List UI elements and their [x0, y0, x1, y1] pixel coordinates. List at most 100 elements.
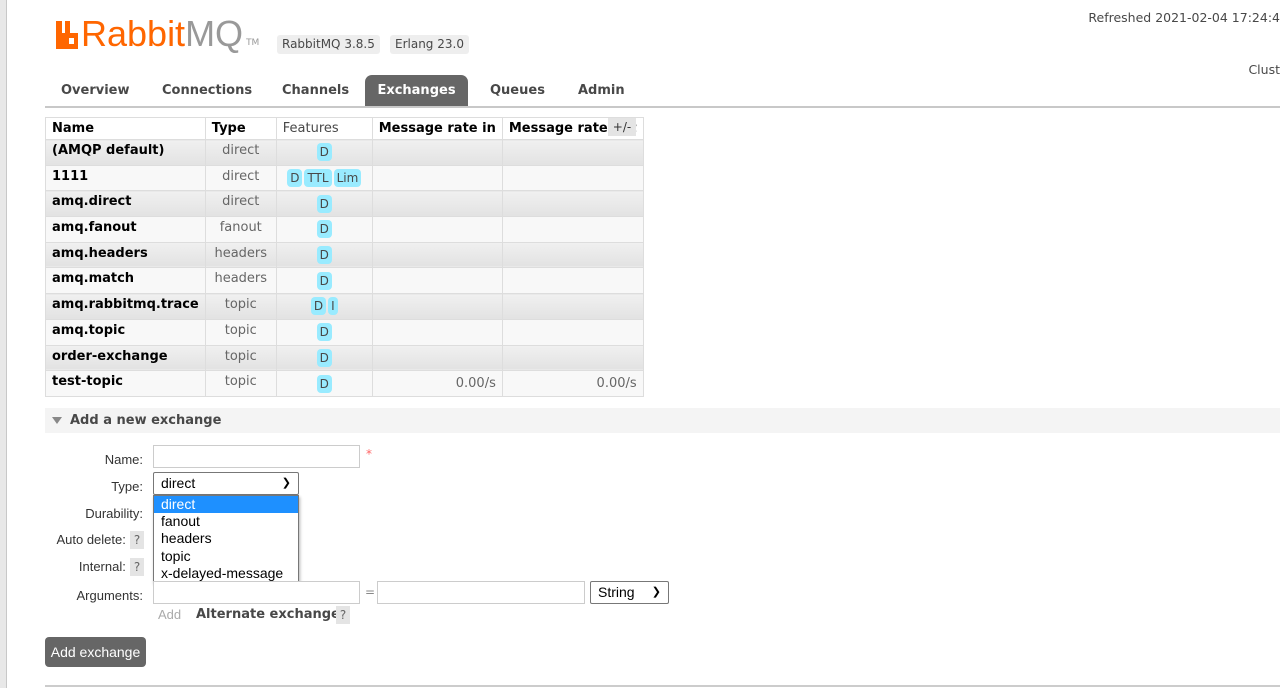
table-row[interactable]: amq.direct direct D: [45, 190, 644, 218]
refreshed-status[interactable]: Refreshed 2021-02-04 17:24:4: [1088, 10, 1280, 25]
table-row[interactable]: amq.topic topic D: [45, 318, 644, 346]
durability-label: Durability:: [85, 506, 143, 521]
exchange-name-link[interactable]: amq.fanout: [45, 216, 206, 243]
message-rate-in: [371, 267, 503, 295]
message-rate-out: 0.00/s: [501, 370, 644, 397]
column-header-rate-in[interactable]: Message rate in: [371, 117, 503, 140]
exchange-type: headers: [204, 267, 277, 295]
tab-connections[interactable]: Connections: [147, 75, 267, 106]
table-row[interactable]: 1111 direct D TTL Lim: [45, 164, 644, 192]
internal-help-button[interactable]: ?: [130, 558, 144, 576]
feature-badge: D: [316, 323, 332, 342]
exchange-features: D: [275, 267, 373, 295]
table-row[interactable]: (AMQP default) direct D: [45, 139, 644, 166]
column-header-name[interactable]: Name: [45, 117, 206, 140]
table-row[interactable]: amq.match headers D: [45, 267, 644, 295]
argument-value-input[interactable]: [377, 581, 585, 604]
exchange-name-link[interactable]: amq.rabbitmq.trace: [45, 293, 206, 320]
rabbitmq-logo[interactable]: Rabbit MQ TM: [56, 16, 259, 52]
argument-type-select[interactable]: String ❯: [590, 581, 669, 604]
table-row[interactable]: test-topic topic D 0.00/s 0.00/s: [45, 370, 644, 397]
exchange-name-link[interactable]: amq.direct: [45, 190, 206, 218]
exchange-features: D: [275, 139, 373, 166]
collapse-triangle-icon: [52, 417, 62, 424]
exchange-name-link[interactable]: amq.headers: [45, 241, 206, 269]
tab-exchanges[interactable]: Exchanges: [365, 75, 468, 106]
message-rate-out: [501, 318, 644, 346]
exchange-type: topic: [204, 293, 277, 320]
logo-text-rabbit: Rabbit: [81, 13, 186, 54]
message-rate-out: [501, 164, 644, 192]
message-rate-out: [501, 139, 644, 166]
exchange-features: D: [275, 370, 373, 397]
name-input[interactable]: [153, 445, 360, 468]
exchange-name-link[interactable]: 1111: [45, 164, 206, 192]
add-exchange-button[interactable]: Add exchange: [45, 637, 146, 667]
type-option-direct[interactable]: direct: [154, 496, 298, 514]
argument-key-input[interactable]: [153, 581, 360, 604]
exchange-type: direct: [204, 164, 277, 192]
column-header-features: Features: [275, 117, 373, 140]
exchange-name-link[interactable]: order-exchange: [45, 344, 206, 372]
exchange-name-link[interactable]: (AMQP default): [45, 139, 206, 166]
message-rate-in: [371, 344, 503, 372]
chevron-down-icon: ❯: [281, 477, 291, 489]
tab-queues[interactable]: Queues: [475, 75, 560, 106]
version-badge: RabbitMQ 3.8.5: [277, 35, 380, 54]
feature-badge: D: [316, 348, 332, 367]
table-row[interactable]: amq.fanout fanout D: [45, 216, 644, 243]
tab-channels[interactable]: Channels: [267, 75, 364, 106]
alternate-exchange-link[interactable]: Alternate exchange: [196, 607, 340, 622]
tab-admin[interactable]: Admin: [563, 75, 640, 106]
feature-badge: D: [316, 194, 332, 213]
feature-badge: D: [316, 271, 332, 290]
table-row[interactable]: order-exchange topic D: [45, 344, 644, 372]
message-rate-out: [501, 293, 644, 320]
message-rate-in: 0.00/s: [371, 370, 503, 397]
erlang-badge: Erlang 23.0: [390, 35, 469, 54]
exchange-name-link[interactable]: test-topic: [45, 370, 206, 397]
chevron-down-icon: ❯: [651, 586, 661, 598]
table-row[interactable]: amq.headers headers D: [45, 241, 644, 269]
exchange-features: D: [275, 190, 373, 218]
table-row[interactable]: amq.rabbitmq.trace topic DI: [45, 293, 644, 320]
argument-type-value: String: [598, 584, 635, 600]
alternate-exchange-help-button[interactable]: ?: [336, 606, 350, 624]
auto-delete-label: Auto delete:: [56, 532, 126, 547]
column-toggle-button[interactable]: +/-: [608, 118, 636, 136]
arguments-label: Arguments:: [76, 588, 143, 603]
type-select[interactable]: direct ❯: [153, 472, 299, 495]
message-rate-out: [501, 190, 644, 218]
exchange-features: D TTL Lim: [275, 164, 373, 192]
add-exchange-section-header[interactable]: Add a new exchange: [45, 408, 1280, 433]
tab-overview[interactable]: Overview: [46, 75, 145, 106]
exchange-name-link[interactable]: amq.topic: [45, 318, 206, 346]
feature-badge: D: [287, 169, 303, 188]
exchange-features: D: [275, 318, 373, 346]
exchange-type: fanout: [204, 216, 277, 243]
auto-delete-help-button[interactable]: ?: [130, 531, 144, 549]
add-argument-link[interactable]: Add: [158, 607, 181, 622]
message-rate-in: [371, 164, 503, 192]
feature-badge: D: [316, 374, 332, 393]
message-rate-in: [371, 318, 503, 346]
feature-badge: TTL: [304, 169, 332, 188]
exchange-type: topic: [204, 344, 277, 372]
message-rate-in: [371, 293, 503, 320]
exchange-type: headers: [204, 241, 277, 269]
type-option-headers[interactable]: headers: [154, 530, 298, 547]
message-rate-in: [371, 216, 503, 243]
column-header-type[interactable]: Type: [204, 117, 277, 140]
message-rate-out: [501, 216, 644, 243]
type-option-x-delayed-message[interactable]: x-delayed-message: [154, 565, 298, 582]
logo-text-mq: MQ: [185, 13, 244, 54]
exchange-name-link[interactable]: amq.match: [45, 267, 206, 295]
type-dropdown-list[interactable]: direct fanout headers topic x-delayed-me…: [153, 495, 299, 583]
feature-badge: D: [316, 246, 332, 265]
message-rate-in: [371, 241, 503, 269]
cluster-label: Clust: [1248, 62, 1280, 77]
type-option-topic[interactable]: topic: [154, 548, 298, 565]
exchange-type: topic: [204, 370, 277, 397]
message-rate-out: [501, 267, 644, 295]
type-option-fanout[interactable]: fanout: [154, 513, 298, 530]
